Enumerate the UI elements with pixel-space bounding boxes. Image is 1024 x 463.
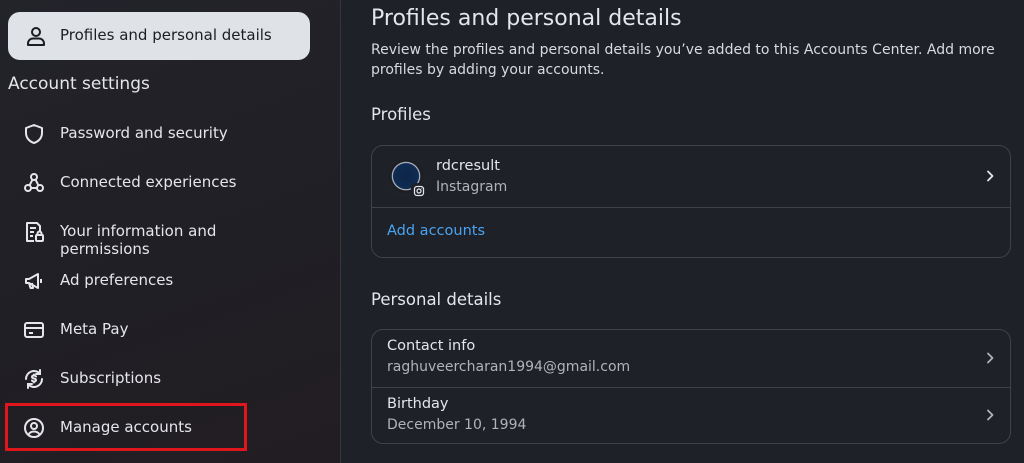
sidebar-item-label: Subscriptions: [60, 369, 162, 387]
sidebar-item-password-security[interactable]: Password and security: [8, 112, 310, 156]
contact-info-value: raghuveercharan1994@gmail.com: [387, 359, 631, 375]
megaphone-icon: [22, 269, 46, 293]
profiles-heading: Profiles: [371, 105, 431, 124]
sidebar: Profiles and personal details Account se…: [0, 0, 341, 463]
profile-platform: Instagram: [436, 179, 508, 195]
sidebar-item-label: Meta Pay: [60, 320, 129, 338]
sidebar-item-meta-pay[interactable]: Meta Pay: [8, 308, 310, 352]
chevron-right-icon: [984, 170, 996, 182]
chevron-right-icon: [984, 409, 996, 421]
sidebar-item-information-permissions[interactable]: Your information and permissions: [8, 210, 310, 258]
instagram-icon: [411, 183, 427, 199]
sidebar-item-label: Password and security: [60, 124, 228, 142]
highlight-annotation-box: [5, 403, 247, 451]
sidebar-item-label: Your information and permissions: [60, 222, 217, 258]
sidebar-item-profiles[interactable]: Profiles and personal details: [8, 12, 310, 60]
birthday-value: December 10, 1994: [387, 417, 527, 433]
sidebar-item-ad-preferences[interactable]: Ad preferences: [8, 259, 310, 303]
birthday-label: Birthday: [387, 396, 449, 412]
contact-info-row[interactable]: Contact info raghuveercharan1994@gmail.c…: [372, 330, 1010, 387]
add-accounts-link[interactable]: Add accounts: [387, 223, 485, 239]
chevron-right-icon: [984, 352, 996, 364]
profile-row[interactable]: rdcresult Instagram: [372, 146, 1010, 207]
section-title: Account settings: [8, 74, 150, 94]
birthday-row[interactable]: Birthday December 10, 1994: [372, 388, 1010, 444]
personal-details-heading: Personal details: [371, 290, 502, 309]
page-title: Profiles and personal details: [371, 6, 682, 31]
sidebar-item-label: Ad preferences: [60, 271, 174, 289]
subscription-dollar-icon: [22, 367, 46, 391]
divider: [372, 207, 1010, 208]
profile-username: rdcresult: [436, 158, 500, 174]
sidebar-item-subscriptions[interactable]: Subscriptions: [8, 357, 310, 401]
sidebar-item-connected-experiences[interactable]: Connected experiences: [8, 161, 310, 205]
main-panel: Profiles and personal details Review the…: [341, 0, 1024, 463]
document-lock-icon: [22, 220, 46, 244]
person-icon: [24, 24, 48, 48]
sidebar-item-label: Profiles and personal details: [60, 26, 272, 44]
shield-icon: [22, 122, 46, 146]
page-description: Review the profiles and personal details…: [371, 42, 995, 78]
credit-card-icon: [22, 318, 46, 342]
profiles-card: rdcresult Instagram Add accounts: [371, 145, 1011, 258]
contact-info-label: Contact info: [387, 338, 476, 354]
connected-nodes-icon: [22, 171, 46, 195]
sidebar-item-label: Connected experiences: [60, 173, 237, 191]
personal-details-card: Contact info raghuveercharan1994@gmail.c…: [371, 329, 1011, 444]
